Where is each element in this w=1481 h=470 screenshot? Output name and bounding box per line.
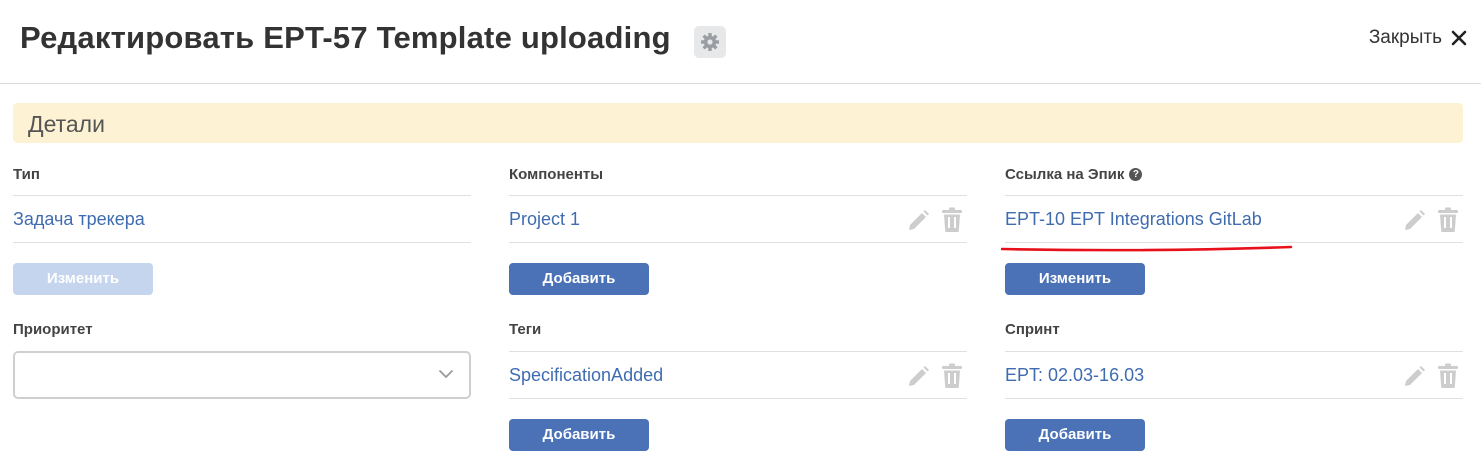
trash-icon[interactable] [941,363,963,389]
tags-label: Теги [509,321,542,338]
red-annotation-underline [1001,245,1293,252]
pencil-icon[interactable] [1401,363,1427,389]
question-circle-icon[interactable]: ? [1129,168,1143,181]
epic-link-row: EPT-10 EPT Integrations GitLab [1005,195,1463,243]
trash-icon[interactable] [1437,207,1459,233]
priority-label: Приоритет [13,321,93,338]
column-type-priority: Тип Задача трекера Изменить Приоритет [13,0,471,470]
components-row: Project 1 [509,195,967,243]
sprint-row: EPT: 02.03-16.03 [1005,351,1463,399]
pencil-icon[interactable] [905,207,931,233]
tag-value-link[interactable]: SpecificationAdded [509,365,663,386]
sprint-value-link[interactable]: EPT: 02.03-16.03 [1005,365,1144,386]
trash-icon[interactable] [1437,363,1459,389]
tags-row: SpecificationAdded [509,351,967,399]
column-components-tags: Компоненты Project 1 Добавить Теги Speci… [509,0,967,470]
chevron-down-icon [438,369,454,379]
change-epic-button[interactable]: Изменить [1005,263,1145,295]
type-row: Задача трекера [13,195,471,243]
type-value-link[interactable]: Задача трекера [13,209,145,230]
priority-select[interactable] [13,351,471,399]
sprint-label: Спринт [1005,321,1060,338]
components-label: Компоненты [509,166,604,183]
column-epic-sprint: Ссылка на Эпик ? EPT-10 EPT Integrations… [1005,0,1463,470]
epic-value-link[interactable]: EPT-10 EPT Integrations GitLab [1005,209,1262,230]
epic-link-label-text: Ссылка на Эпик [1005,166,1125,183]
add-tag-button[interactable]: Добавить [509,419,649,451]
type-label: Тип [13,166,40,183]
trash-icon[interactable] [941,207,963,233]
change-type-button[interactable]: Изменить [13,263,153,295]
add-component-button[interactable]: Добавить [509,263,649,295]
pencil-icon[interactable] [905,363,931,389]
epic-link-label: Ссылка на Эпик ? [1005,166,1143,183]
pencil-icon[interactable] [1401,207,1427,233]
component-value-link[interactable]: Project 1 [509,209,580,230]
add-sprint-button[interactable]: Добавить [1005,419,1145,451]
